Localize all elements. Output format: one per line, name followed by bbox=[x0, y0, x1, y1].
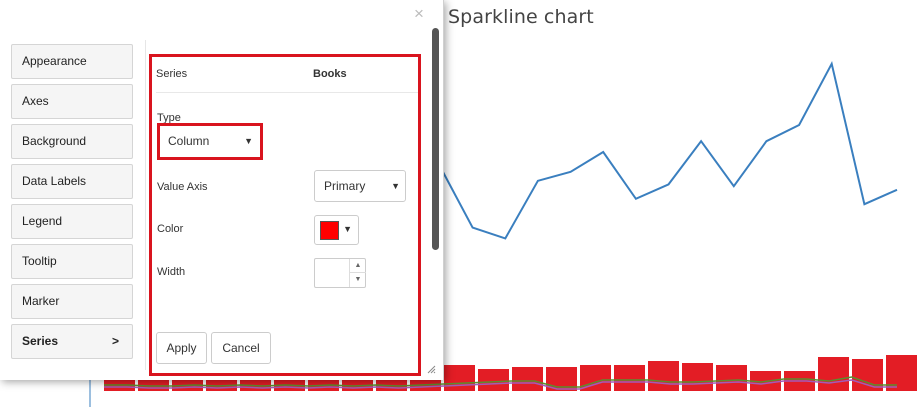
type-highlight: Column ▼ bbox=[157, 123, 263, 160]
column-bar bbox=[444, 365, 475, 391]
column-bar bbox=[614, 365, 645, 391]
menu-item-tooltip[interactable]: Tooltip bbox=[11, 244, 133, 279]
column-bar bbox=[716, 365, 747, 391]
column-bar bbox=[852, 359, 883, 391]
series-header-label: Series bbox=[156, 68, 188, 80]
series-header-value: Books bbox=[313, 68, 347, 80]
menu-item-label: Appearance bbox=[22, 54, 87, 68]
chevron-right-icon: > bbox=[111, 334, 119, 348]
series-settings-section: Series Books Type Column ▼ Value Axis Pr… bbox=[149, 54, 421, 376]
column-bar bbox=[512, 367, 543, 391]
menu-item-label: Data Labels bbox=[22, 174, 87, 188]
menu-divider bbox=[145, 40, 146, 370]
column-bar bbox=[818, 357, 849, 391]
menu-item-background[interactable]: Background bbox=[11, 124, 133, 159]
column-bar bbox=[648, 361, 679, 391]
main-line-series bbox=[439, 60, 898, 240]
column-bar bbox=[478, 369, 509, 391]
chevron-down-icon: ▼ bbox=[391, 181, 400, 191]
header-divider bbox=[156, 92, 418, 93]
type-select-value: Column bbox=[168, 134, 210, 148]
chevron-down-icon: ▼ bbox=[343, 224, 352, 234]
chevron-down-icon[interactable]: ▼ bbox=[350, 273, 366, 287]
type-select[interactable]: Column ▼ bbox=[163, 129, 257, 154]
menu-item-label: Series bbox=[22, 334, 59, 348]
value-axis-label: Value Axis bbox=[157, 181, 208, 193]
menu-item-appearance[interactable]: Appearance bbox=[11, 44, 133, 79]
chart-settings-panel: × Appearance Axes Background Data Labels… bbox=[0, 0, 444, 380]
menu-item-label: Axes bbox=[22, 94, 49, 108]
resize-handle-icon[interactable] bbox=[426, 364, 436, 374]
menu-item-label: Background bbox=[22, 134, 87, 148]
menu-item-data-labels[interactable]: Data Labels bbox=[11, 164, 133, 199]
menu-item-label: Legend bbox=[22, 214, 63, 228]
color-label: Color bbox=[157, 223, 184, 235]
apply-button[interactable]: Apply bbox=[156, 332, 207, 364]
close-icon[interactable]: × bbox=[411, 5, 427, 22]
value-axis-select-value: Primary bbox=[324, 179, 366, 193]
chevron-down-icon: ▼ bbox=[244, 136, 253, 146]
value-axis-select[interactable]: Primary ▼ bbox=[314, 170, 406, 202]
chart-title: Sparkline chart bbox=[448, 6, 594, 28]
stepper-controls: ▲ ▼ bbox=[349, 259, 366, 287]
menu-item-label: Tooltip bbox=[22, 254, 57, 268]
menu-item-series[interactable]: Series > bbox=[11, 324, 133, 359]
menu-item-marker[interactable]: Marker bbox=[11, 284, 133, 319]
column-bar bbox=[682, 363, 713, 391]
cancel-button[interactable]: Cancel bbox=[211, 332, 271, 364]
panel-scrollbar[interactable] bbox=[432, 28, 439, 250]
menu-item-legend[interactable]: Legend bbox=[11, 204, 133, 239]
width-stepper[interactable]: ▲ ▼ bbox=[314, 258, 366, 288]
color-swatch bbox=[320, 221, 339, 240]
menu-item-label: Marker bbox=[22, 294, 60, 308]
color-picker[interactable]: ▼ bbox=[314, 215, 359, 245]
chevron-up-icon[interactable]: ▲ bbox=[350, 259, 366, 273]
menu-item-axes[interactable]: Axes bbox=[11, 84, 133, 119]
width-label: Width bbox=[157, 266, 186, 278]
